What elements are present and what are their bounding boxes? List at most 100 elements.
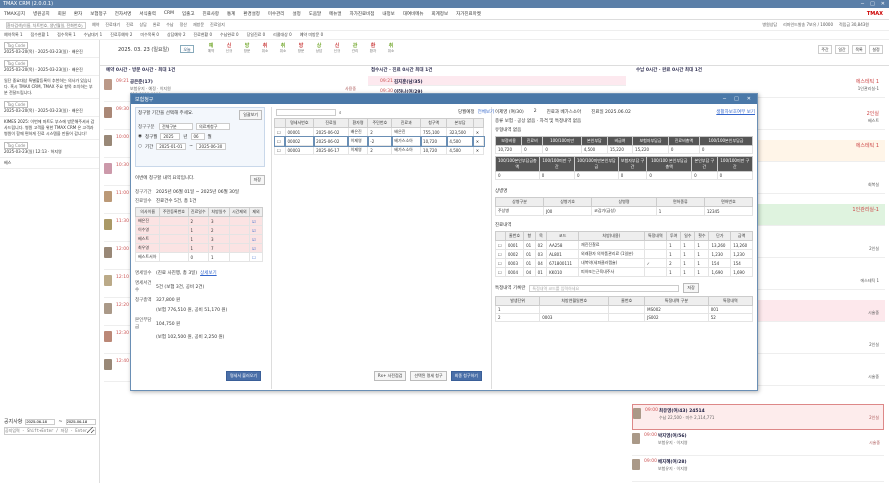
toolbar-item[interactable]: 정산 <box>180 22 187 28</box>
patient-search-input[interactable] <box>6 21 86 29</box>
checkbox-icon[interactable]: ☐ <box>273 135 286 147</box>
status-tab[interactable]: 미수목록 0 <box>140 32 159 38</box>
table-row[interactable]: 베스트서아 0 1 ☐ <box>134 252 263 262</box>
status-tab[interactable]: 예약목록 1 <box>4 32 23 38</box>
table-row[interactable]: 최우영 1 7 ☑ <box>134 243 263 253</box>
status-tab[interactable]: 접수현황 1 <box>31 32 50 38</box>
status-tab[interactable]: 수납완료 0 <box>220 32 239 38</box>
table-row[interactable]: ☐ 0001 01 02 AA258 재진진찰료 1 1 1 13,260 13,260 <box>495 240 753 250</box>
view-button[interactable]: 주간 <box>818 45 832 54</box>
dialog-minimize-icon[interactable]: ─ <box>723 96 726 102</box>
status-tab[interactable]: 수납대기 1 <box>84 32 103 38</box>
checkbox-icon[interactable]: ☐ <box>495 258 506 268</box>
menu-item[interactable]: 회계정보 <box>432 11 449 17</box>
table-row[interactable]: 배은진 2 3 ☑ <box>134 216 263 226</box>
status-tab[interactable]: 리콜대상 0 <box>273 32 292 38</box>
stat-badge[interactable]: 상 상담 <box>313 42 325 60</box>
patient-card[interactable]: 09:21김지훈(남/35)에스테틱 2 <box>368 76 626 91</box>
view-button[interactable]: 일간 <box>835 45 849 54</box>
tab-monthly[interactable]: 당월예정 <box>458 109 475 115</box>
toolbar-item[interactable]: 상담 <box>139 22 146 28</box>
menu-item[interactable]: 통계 <box>227 11 235 17</box>
menu-item[interactable]: 자가진료비점 <box>350 11 375 17</box>
checkbox-icon[interactable]: ☑ <box>249 234 263 244</box>
menu-item[interactable]: 환경설정 <box>243 11 260 17</box>
stat-badge[interactable]: 취 취소 <box>277 42 289 60</box>
minimize-icon[interactable]: ─ <box>861 1 864 7</box>
status-tab[interactable]: 진료후예약 2 <box>110 32 132 38</box>
special-note-input[interactable]: 특정내역 코드를 입력하세요 <box>529 284 680 292</box>
toolbar-item[interactable]: 진료 <box>126 22 133 28</box>
period-to-input[interactable]: 2025-06-30 <box>196 143 226 150</box>
menu-item[interactable]: 자가진료마켓 <box>456 11 481 17</box>
dialog-close-icon[interactable]: ✕ <box>747 96 751 102</box>
checkbox-icon[interactable]: ☐ <box>495 240 506 250</box>
toolbar-item[interactable]: 완료 <box>153 22 160 28</box>
toolbar-item[interactable]: 진료대기 <box>105 22 120 28</box>
reload-button[interactable]: 일괄보기 <box>239 110 262 120</box>
stat-badge[interactable]: 신 신규 <box>331 42 343 60</box>
checkbox-icon[interactable]: ☐ <box>274 145 286 155</box>
menu-item[interactable]: 대여비메뉴 <box>403 11 424 17</box>
menu-item[interactable]: 병원공지 <box>33 11 50 17</box>
table-row[interactable]: 2 0003 JS002 52 <box>494 313 754 322</box>
patient-card[interactable]: 09:00 배지혜(여/28) 보험유지 · 이지영 <box>632 456 884 482</box>
toolbar-item[interactable]: 진료일지 <box>210 22 225 28</box>
patient-card[interactable]: 09:00 최유영(여/43) 24514 수납 22,500 · 미수 2,114… <box>632 404 884 430</box>
view-button[interactable]: 목록 <box>852 45 866 54</box>
detail-link[interactable]: 상세보기 <box>200 270 217 277</box>
menu-item[interactable]: 진료사항 <box>202 11 219 17</box>
table-row[interactable]: ☐ 00003 2025-06-17 이제영 2 베가스소아 10,720 4,500 ✕ <box>274 145 485 155</box>
status-tab[interactable]: 접수목록 1 <box>57 32 76 38</box>
toolbar-item[interactable]: 수납 <box>166 22 173 28</box>
toolbar-right-item[interactable]: 병원상담 <box>762 22 777 28</box>
close-icon[interactable]: ✕ <box>881 1 885 7</box>
search-icon[interactable]: ⌕ <box>339 110 342 116</box>
table-row[interactable]: 1 MS002 001 <box>494 305 754 314</box>
table-row[interactable]: ☐ 00002 2025-06-02 이제영 -2 베가스소아 10,720 4,500 ✕ <box>273 135 485 147</box>
menu-item[interactable]: 입출고 <box>182 11 194 17</box>
menu-item[interactable]: 설정 <box>292 11 300 17</box>
claim-sub-select[interactable]: 의료계청구 <box>196 123 230 130</box>
toolbar-right-item[interactable]: 적립금 30,843원 <box>839 22 869 28</box>
view-button[interactable]: 설정 <box>869 45 883 54</box>
delete-icon[interactable]: ✕ <box>472 127 485 137</box>
stat-badge[interactable]: 신 신규 <box>223 42 235 60</box>
stat-badge[interactable]: 관 관리 <box>349 42 361 60</box>
radio-period-icon[interactable]: ○ <box>138 144 142 149</box>
precheck-button[interactable]: Rx+ 사전점검 <box>373 371 407 381</box>
table-row[interactable]: 베스트 1 3 ☑ <box>134 234 263 244</box>
maximize-icon[interactable]: □ <box>870 1 875 7</box>
toolbar-item[interactable]: 예약 <box>92 22 99 28</box>
memo-to-input[interactable] <box>65 418 96 425</box>
checkbox-icon[interactable]: ☐ <box>249 252 263 262</box>
table-row[interactable]: ☐ 0004 04 01 KK010 피하또는근육내주사 1 1 1 1,690 1,690 <box>495 267 753 277</box>
dialog-maximize-icon[interactable]: □ <box>734 96 739 102</box>
menu-item[interactable]: 서식출력 <box>139 11 156 17</box>
stat-badge[interactable]: 취 취소 <box>385 42 397 60</box>
checkbox-icon[interactable]: ☐ <box>274 127 286 137</box>
statement-search-input[interactable] <box>276 109 336 116</box>
menu-item[interactable]: 도움말 <box>309 11 321 17</box>
summary-save-button[interactable]: 저장 <box>249 175 265 185</box>
menu-item[interactable]: 메뉴얼 <box>329 11 341 17</box>
table-row[interactable]: 이수영 1 2 ☑ <box>134 225 263 235</box>
claim-type-select[interactable]: 전체구분 <box>159 123 193 130</box>
checkbox-icon[interactable]: ☑ <box>249 225 263 235</box>
memo-from-input[interactable] <box>25 418 56 425</box>
menu-item[interactable]: 보험청구 <box>90 11 107 17</box>
status-tab[interactable]: 예약 미방문 0 <box>300 32 324 38</box>
delete-icon[interactable]: ✕ <box>472 135 485 147</box>
load-statements-button[interactable]: 명세서 불러오기 <box>225 371 261 381</box>
special-note-save-button[interactable]: 저장 <box>683 283 699 293</box>
status-tab[interactable]: 진료현황 0 <box>194 32 213 38</box>
checkbox-icon[interactable]: ☐ <box>495 267 506 277</box>
menu-item[interactable]: CRM <box>164 11 174 16</box>
checkbox-icon[interactable]: ☑ <box>249 243 263 253</box>
delete-icon[interactable]: ✕ <box>472 145 485 155</box>
checkbox-icon[interactable]: ☑ <box>249 216 263 226</box>
stat-badge[interactable]: 방 방문 <box>295 42 307 60</box>
stat-badge[interactable]: 환 환자 <box>367 42 379 60</box>
memo-textarea[interactable] <box>4 427 96 435</box>
claim-selected-button[interactable]: 선택된 명세 청구 <box>410 371 447 381</box>
